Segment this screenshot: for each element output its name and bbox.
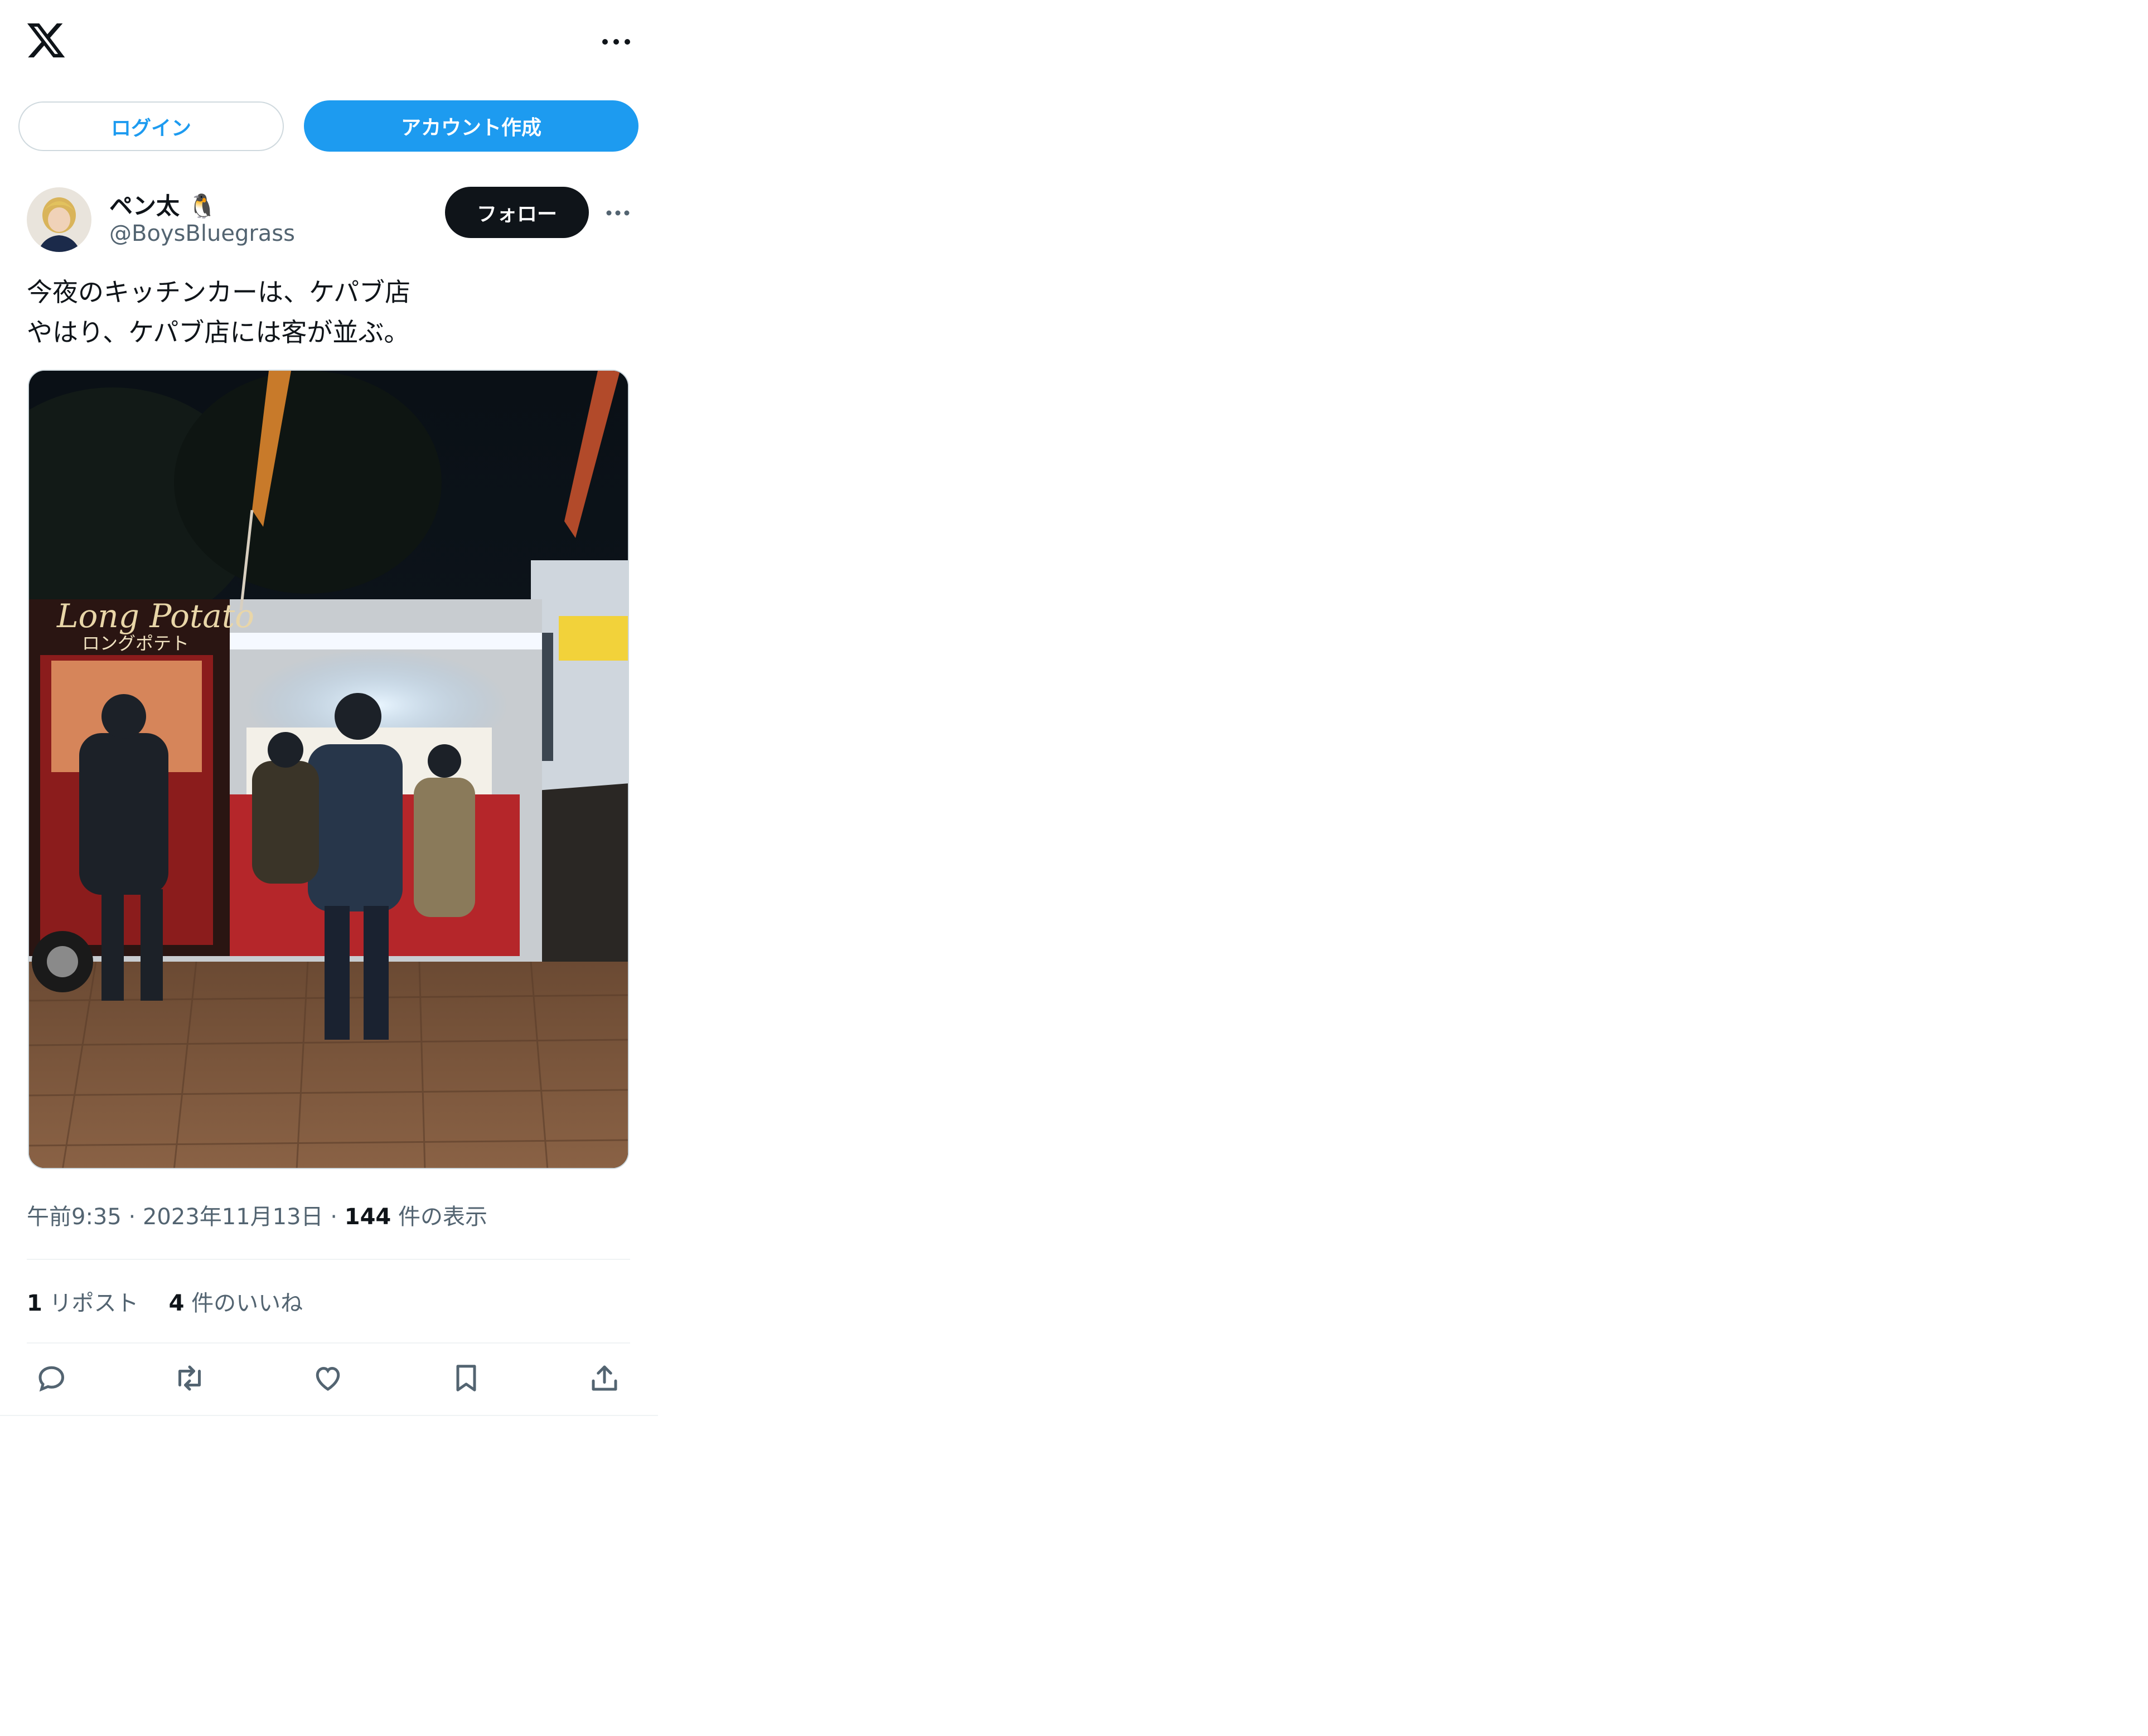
divider — [27, 1259, 630, 1260]
likes-label: 件のいいね — [191, 1291, 303, 1316]
tweet-text: 今夜のキッチンカーは、ケパブ店 やはり、ケパブ店には客が並ぶ。 — [27, 277, 411, 347]
follow-button[interactable]: フォロー — [445, 187, 589, 238]
meta-separator: · — [323, 1204, 345, 1230]
more-horizontal-icon[interactable] — [601, 196, 635, 230]
reposts-count: 1 — [27, 1291, 42, 1316]
repost-icon[interactable] — [167, 1356, 212, 1400]
author-handle[interactable]: @BoysBluegrass — [109, 221, 295, 246]
media-sign-jp: ロングポテト — [82, 633, 189, 654]
bookmark-icon[interactable] — [444, 1356, 488, 1400]
reply-icon[interactable] — [29, 1356, 74, 1400]
divider — [27, 1342, 630, 1344]
tweet-time[interactable]: 午前9:35 — [27, 1204, 122, 1230]
views-count: 144 — [344, 1204, 391, 1230]
views-label: 件の表示 — [398, 1204, 487, 1230]
meta-separator: · — [121, 1204, 143, 1230]
x-logo-icon[interactable] — [25, 20, 67, 61]
share-icon[interactable] — [582, 1356, 627, 1400]
action-bar — [0, 1356, 658, 1406]
author-name[interactable]: ペン太 🐧 — [109, 187, 217, 221]
reposts-stat[interactable]: 1 リポスト — [27, 1285, 139, 1317]
login-button[interactable]: ログイン — [18, 101, 284, 151]
avatar[interactable] — [27, 187, 91, 252]
signup-button[interactable]: アカウント作成 — [304, 100, 638, 152]
reposts-label: リポスト — [49, 1291, 139, 1316]
tweet-meta: 午前9:35 · 2023年11月13日 · 144 件の表示 — [27, 1199, 487, 1231]
media-sign-en: Long Potato — [56, 597, 254, 635]
more-horizontal-icon[interactable] — [597, 25, 636, 59]
likes-stat[interactable]: 4 件のいいね — [169, 1285, 303, 1317]
tweet-photo[interactable]: Long Potato ロングポテト — [28, 370, 629, 1169]
tweet-stats: 1 リポスト 4 件のいいね — [27, 1285, 333, 1317]
likes-count: 4 — [168, 1291, 185, 1316]
like-icon[interactable] — [306, 1356, 350, 1400]
tweet-date[interactable]: 2023年11月13日 — [143, 1204, 323, 1230]
divider — [0, 1415, 658, 1416]
